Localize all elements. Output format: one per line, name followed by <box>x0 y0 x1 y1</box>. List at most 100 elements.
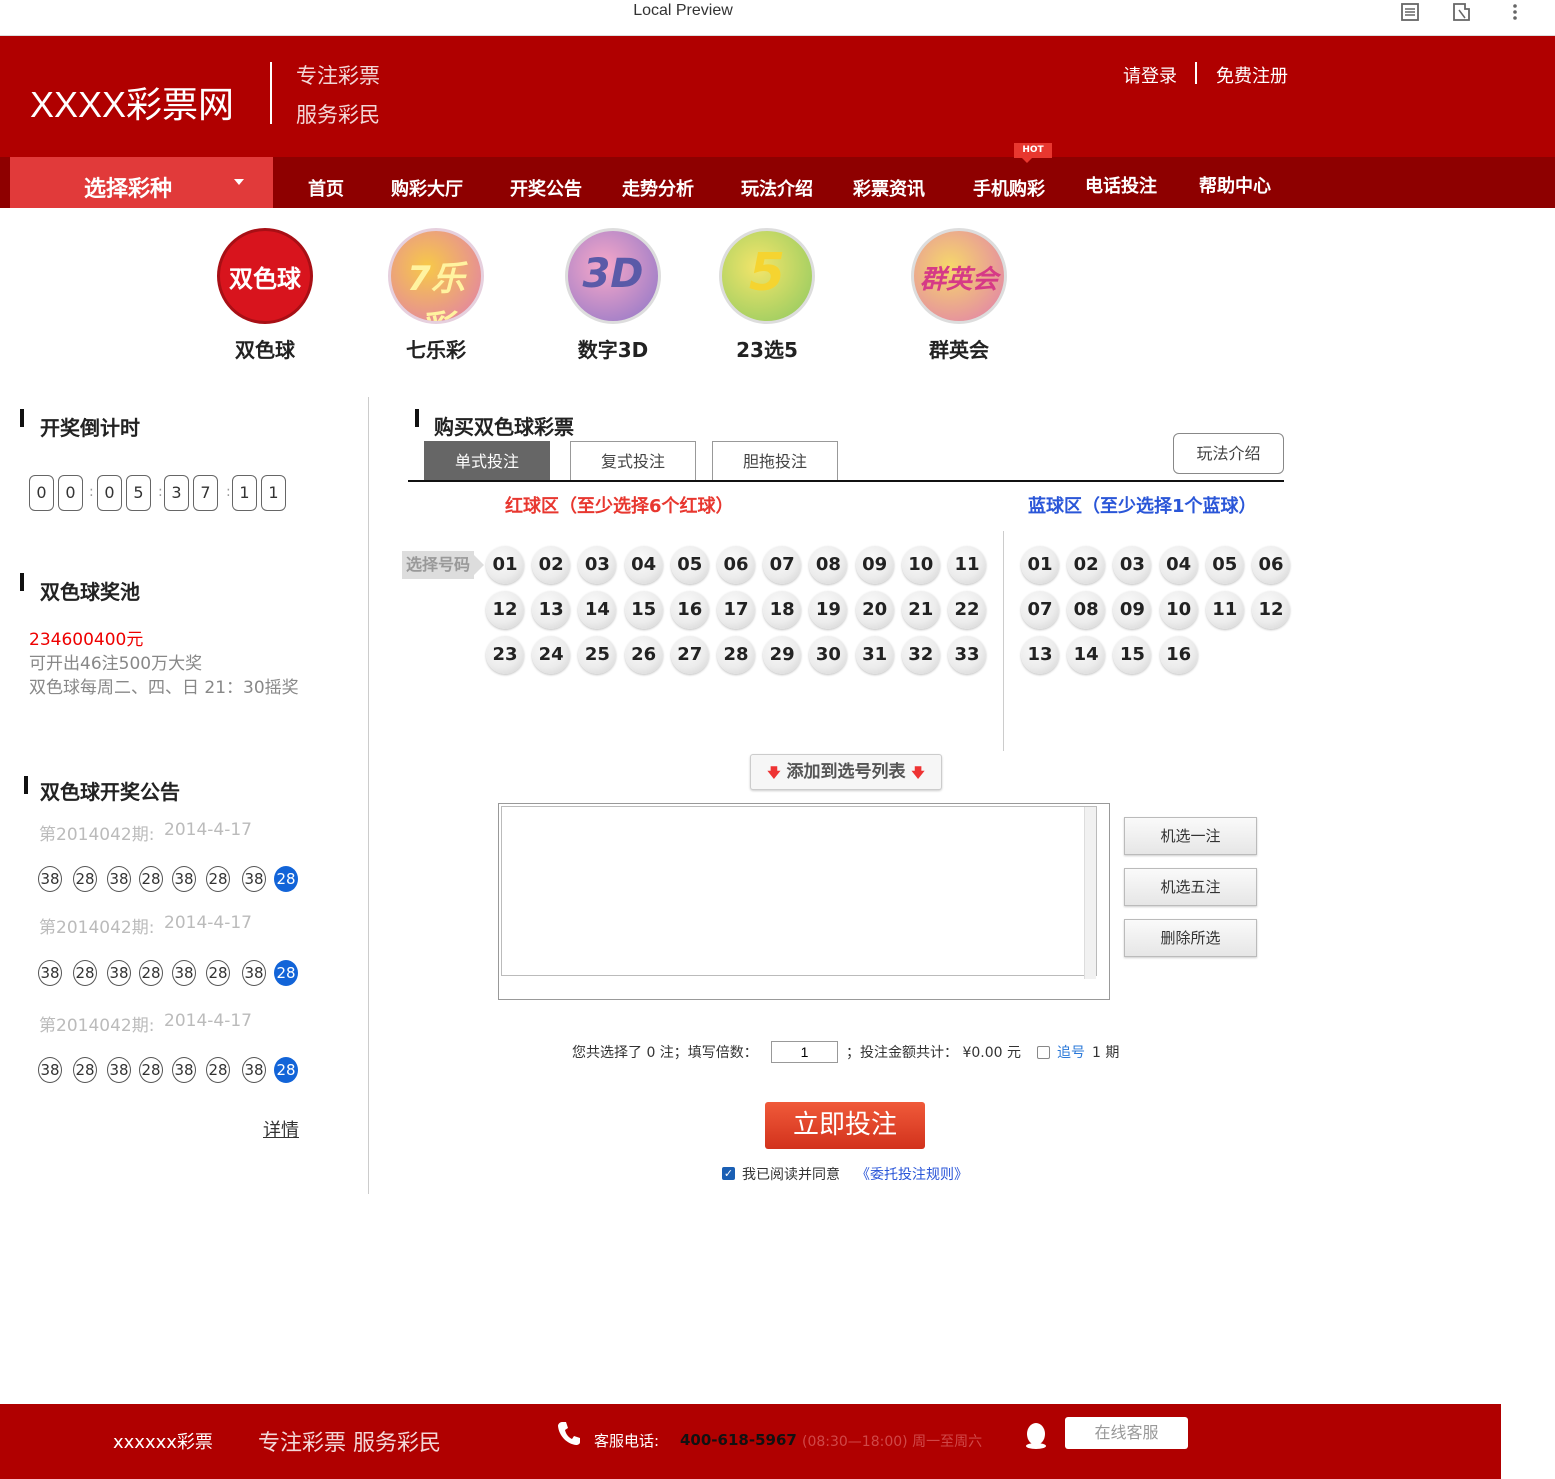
qq-icon[interactable] <box>1024 1422 1048 1454</box>
red-ball-option[interactable]: 18 <box>763 591 802 629</box>
red-ball-option[interactable]: 21 <box>901 591 940 629</box>
blue-ball-option[interactable]: 04 <box>1159 546 1198 584</box>
blue-ball-option[interactable]: 09 <box>1113 591 1152 629</box>
red-ball-option[interactable]: 20 <box>855 591 894 629</box>
lottery-select-dropdown[interactable]: 选择彩种 <box>10 157 273 208</box>
red-ball-option[interactable]: 31 <box>855 636 894 674</box>
nav-rules[interactable]: 玩法介绍 <box>741 175 813 201</box>
detail-link[interactable]: 详情 <box>263 1116 299 1142</box>
red-ball-option[interactable]: 15 <box>624 591 663 629</box>
browser-title: Local Preview <box>633 2 733 19</box>
red-ball-option[interactable]: 26 <box>624 636 663 674</box>
blue-ball-option[interactable]: 15 <box>1113 636 1152 674</box>
nav-news[interactable]: 彩票资讯 <box>853 175 925 201</box>
red-ball-option[interactable]: 24 <box>532 636 571 674</box>
blue-ball-option[interactable]: 08 <box>1067 591 1106 629</box>
site-logo[interactable]: XXXX彩票网 <box>30 76 234 128</box>
site-header: XXXX彩票网 专注彩票 服务彩民 请登录 免费注册 <box>0 36 1555 157</box>
blue-ball-option[interactable]: 01 <box>1021 546 1059 584</box>
red-ball-option[interactable]: 16 <box>670 591 709 629</box>
red-ball-option[interactable]: 02 <box>532 546 571 584</box>
register-link[interactable]: 免费注册 <box>1216 62 1288 88</box>
lottery-qlc[interactable]: 7乐彩 七乐彩 <box>381 228 491 362</box>
lottery-ssq[interactable]: 双色球 双色球 <box>210 228 320 362</box>
countdown-digit: 0 <box>58 475 83 511</box>
red-ball-option[interactable]: 14 <box>578 591 617 629</box>
red-ball-option[interactable]: 22 <box>948 591 986 629</box>
agree-checkbox[interactable]: ✓ <box>722 1167 735 1180</box>
random-one-button[interactable]: 机选一注 <box>1124 817 1257 855</box>
red-ball-option[interactable]: 19 <box>809 591 848 629</box>
lottery-qyh[interactable]: 群英会 群英会 <box>904 228 1014 362</box>
red-ball-option[interactable]: 28 <box>717 636 755 674</box>
selection-list[interactable] <box>498 803 1110 1000</box>
random-five-button[interactable]: 机选五注 <box>1124 868 1257 906</box>
red-ball-option[interactable]: 27 <box>670 636 709 674</box>
nav-phone-bet[interactable]: 电话投注 <box>1085 172 1157 198</box>
red-ball-option[interactable]: 06 <box>717 546 755 584</box>
tab-banker[interactable]: 胆拖投注 <box>712 441 838 481</box>
tab-single[interactable]: 单式投注 <box>424 441 550 481</box>
login-link[interactable]: 请登录 <box>1123 62 1177 88</box>
draw-issue: 第2014042期: <box>39 1016 155 1036</box>
blue-ball-option[interactable]: 05 <box>1205 546 1244 584</box>
draw-date: 2014-4-17 <box>164 1011 252 1031</box>
nav-home[interactable]: 首页 <box>308 175 344 201</box>
selection-scrollbar[interactable] <box>1084 807 1096 979</box>
reader-icon[interactable] <box>1399 2 1421 24</box>
red-ball-option[interactable]: 09 <box>855 546 894 584</box>
choose-number-label: 选择号码 <box>402 551 484 579</box>
blue-ball-option[interactable]: 11 <box>1205 591 1244 629</box>
blue-ball-option[interactable]: 12 <box>1252 591 1290 629</box>
blue-ball-option[interactable]: 10 <box>1159 591 1198 629</box>
rules-button[interactable]: 玩法介绍 <box>1173 433 1284 474</box>
extension-icon[interactable] <box>1450 2 1472 24</box>
add-to-list-button[interactable]: 🡇 添加到选号列表 🡇 <box>750 754 942 790</box>
blue-ball-option[interactable]: 13 <box>1021 636 1059 674</box>
blue-ball-option[interactable]: 03 <box>1113 546 1152 584</box>
chase-checkbox[interactable] <box>1037 1046 1050 1059</box>
online-service-button[interactable]: 在线客服 <box>1065 1417 1188 1449</box>
chase-link[interactable]: 追号 <box>1057 1042 1085 1062</box>
red-ball-option[interactable]: 30 <box>809 636 848 674</box>
red-ball-option[interactable]: 32 <box>901 636 940 674</box>
nav-results[interactable]: 开奖公告 <box>510 175 582 201</box>
tab-multiple[interactable]: 复式投注 <box>570 441 696 481</box>
red-ball-option[interactable]: 10 <box>901 546 940 584</box>
red-ball-option[interactable]: 08 <box>809 546 848 584</box>
blue-ball-option[interactable]: 06 <box>1252 546 1290 584</box>
delete-selected-button[interactable]: 删除所选 <box>1124 919 1257 957</box>
red-ball-option[interactable]: 04 <box>624 546 663 584</box>
multiplier-input[interactable] <box>771 1041 838 1063</box>
selection-list-area[interactable] <box>501 806 1097 979</box>
qlc-logo-text: 7乐彩 <box>407 259 465 321</box>
nav-help[interactable]: 帮助中心 <box>1199 172 1271 198</box>
red-ball-option[interactable]: 01 <box>486 546 524 584</box>
red-ball-option[interactable]: 07 <box>763 546 802 584</box>
red-ball-option[interactable]: 23 <box>486 636 524 674</box>
red-ball-option[interactable]: 29 <box>763 636 802 674</box>
nav-mobile[interactable]: 手机购彩 <box>973 175 1045 201</box>
lottery-23x5[interactable]: 5 23选5 <box>712 228 822 362</box>
red-ball-option[interactable]: 17 <box>717 591 755 629</box>
blue-ball-option[interactable]: 16 <box>1159 636 1198 674</box>
red-ball-option[interactable]: 03 <box>578 546 617 584</box>
blue-ball-option[interactable]: 14 <box>1067 636 1106 674</box>
red-ball-option[interactable]: 13 <box>532 591 571 629</box>
slogan-line2: 服务彩民 <box>296 103 380 127</box>
red-zone-title: 红球区（至少选择6个红球） <box>505 496 734 517</box>
red-ball-option[interactable]: 05 <box>670 546 709 584</box>
nav-hall[interactable]: 购彩大厅 <box>391 175 463 201</box>
lottery-3d[interactable]: 3D 数字3D <box>558 228 668 362</box>
red-ball-option[interactable]: 11 <box>948 546 986 584</box>
footer-brand: xxxxxx彩票 <box>113 1432 213 1453</box>
nav-trends[interactable]: 走势分析 <box>622 175 694 201</box>
blue-ball-option[interactable]: 02 <box>1067 546 1106 584</box>
place-bet-button[interactable]: 立即投注 <box>765 1102 925 1149</box>
agree-rules-link[interactable]: 《委托投注规则》 <box>856 1164 968 1184</box>
red-ball-option[interactable]: 12 <box>486 591 524 629</box>
more-icon[interactable] <box>1504 2 1526 24</box>
blue-ball-option[interactable]: 07 <box>1021 591 1059 629</box>
red-ball-option[interactable]: 33 <box>948 636 986 674</box>
red-ball-option[interactable]: 25 <box>578 636 617 674</box>
